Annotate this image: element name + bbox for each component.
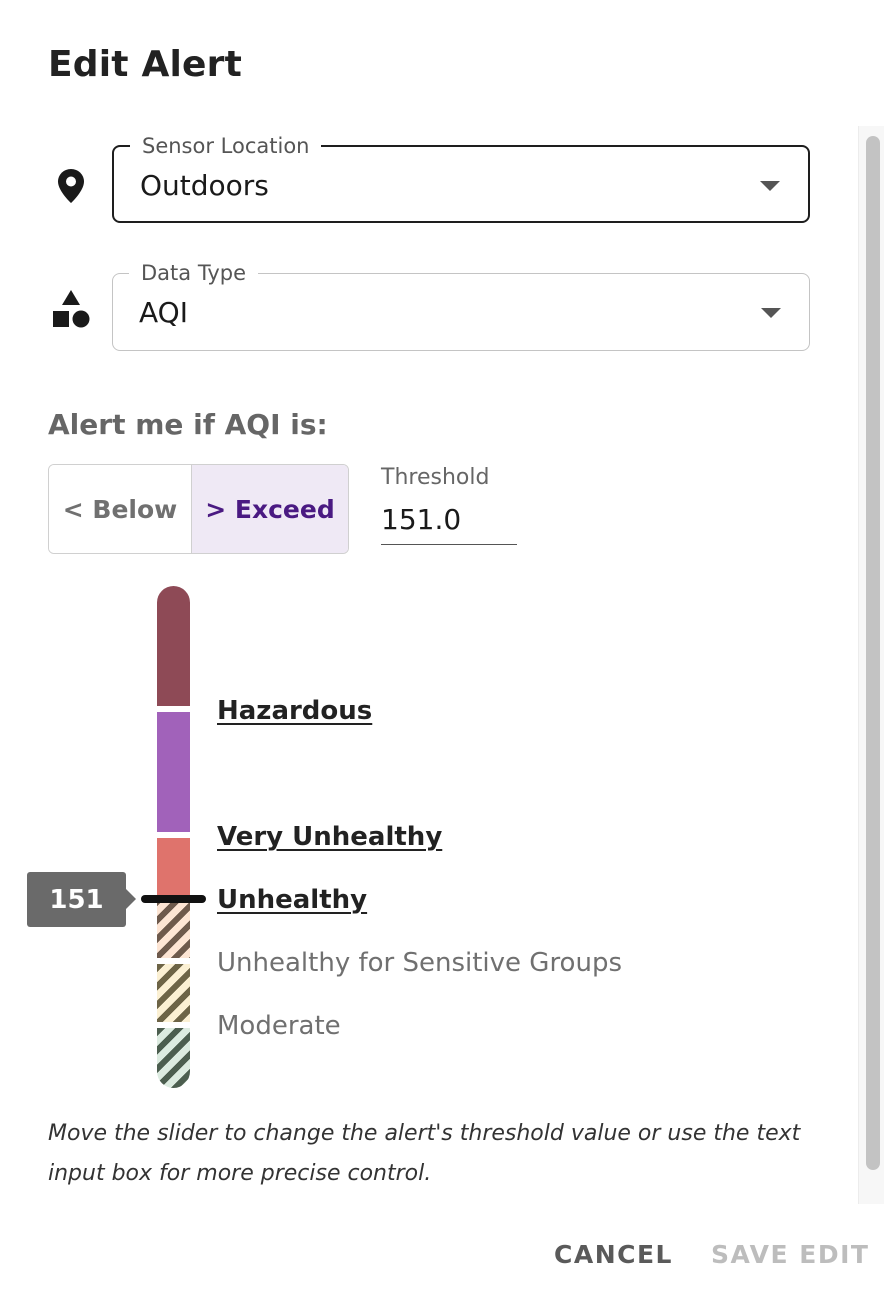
threshold-label: Threshold (381, 465, 490, 490)
chevron-down-icon (761, 308, 781, 318)
segment-divider (157, 958, 190, 964)
segment-divider (157, 1022, 190, 1028)
good-segment (157, 1028, 190, 1088)
save-edit-button[interactable]: SAVE EDIT (711, 1240, 869, 1269)
sensor-location-label: Sensor Location (130, 133, 322, 159)
dialog-title: Edit Alert (48, 44, 243, 85)
sensor-location-select[interactable]: Sensor Location Outdoors (112, 133, 810, 223)
slider-handle[interactable] (141, 895, 206, 903)
level-hazardous[interactable]: Hazardous (217, 695, 372, 727)
below-button[interactable]: < Below (49, 465, 192, 553)
data-type-label: Data Type (129, 260, 259, 286)
very-unhealthy-segment (157, 712, 190, 832)
sensor-location-row: Sensor Location Outdoors (48, 133, 810, 223)
cancel-button[interactable]: CANCEL (554, 1240, 673, 1269)
threshold-input[interactable] (381, 500, 517, 545)
hazardous-segment (157, 586, 190, 706)
data-type-row: Data Type AQI (48, 260, 810, 351)
sensitive-groups-segment (157, 898, 190, 958)
alert-condition-label: Alert me if AQI is: (48, 408, 328, 441)
shapes-icon (48, 287, 94, 333)
level-very-unhealthy[interactable]: Very Unhealthy (217, 821, 442, 853)
unhealthy-segment (157, 838, 190, 898)
level-unhealthy[interactable]: Unhealthy (217, 884, 367, 916)
threshold-field: Threshold (381, 464, 517, 545)
help-text: Move the slider to change the alert's th… (48, 1121, 801, 1186)
dialog-actions: CANCEL SAVE EDIT (0, 1230, 884, 1286)
alert-direction-toggle: < Below > Exceed (48, 464, 349, 554)
data-type-select[interactable]: Data Type AQI (112, 260, 810, 351)
exceed-button[interactable]: > Exceed (192, 465, 348, 553)
level-sensitive-groups: Unhealthy for Sensitive Groups (217, 948, 622, 978)
segment-divider (157, 832, 190, 838)
location-pin-icon (48, 163, 94, 209)
chevron-down-icon (760, 181, 780, 191)
edit-alert-dialog: Edit Alert Sensor Location Outdoors Data… (0, 0, 884, 1306)
sensor-location-value: Outdoors (140, 169, 269, 202)
moderate-segment (157, 964, 190, 1022)
aqi-scale-track[interactable] (157, 586, 190, 1088)
slider-value-label: 151 (27, 872, 136, 927)
scrollbar-thumb[interactable] (866, 136, 880, 1170)
level-moderate: Moderate (217, 1011, 341, 1041)
segment-divider (157, 706, 190, 712)
data-type-value: AQI (139, 296, 188, 329)
